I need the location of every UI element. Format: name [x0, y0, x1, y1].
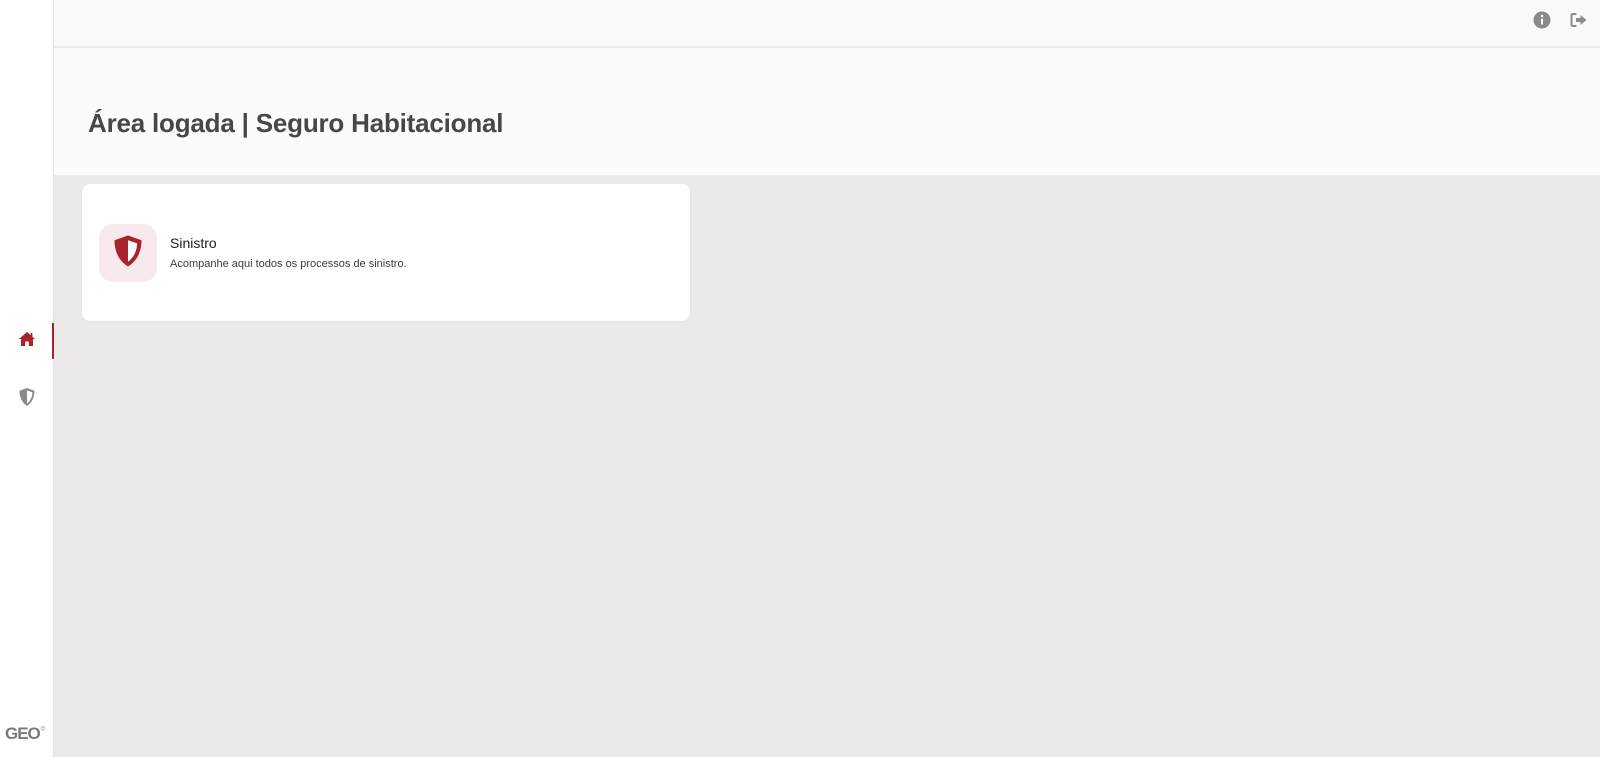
info-button[interactable]	[1532, 11, 1552, 34]
card-description: Acompanhe aqui todos os processos de sin…	[170, 258, 407, 270]
info-icon	[1533, 11, 1551, 34]
shield-icon	[18, 387, 36, 412]
sidebar-item-sinistro[interactable]	[0, 381, 54, 417]
logout-button[interactable]	[1569, 12, 1589, 32]
logo-text: GEO	[5, 724, 41, 743]
top-bar	[54, 0, 1600, 47]
home-icon	[18, 331, 36, 352]
logout-icon	[1570, 12, 1588, 33]
card-title: Sinistro	[170, 235, 217, 251]
app-root: GEO © Área logada | Seguro Habitacional …	[0, 0, 1600, 757]
page-header: Área logada | Seguro Habitacional	[54, 48, 1600, 175]
page-title: Área logada | Seguro Habitacional	[88, 108, 504, 138]
shield-icon	[112, 234, 144, 273]
sidebar: GEO ©	[0, 0, 54, 757]
sinistro-card[interactable]: Sinistro Acompanhe aqui todos os process…	[82, 184, 690, 321]
card-icon-container	[99, 224, 157, 282]
sidebar-item-home[interactable]	[0, 323, 54, 359]
logo-mark: ©	[40, 727, 46, 733]
geo-logo: GEO ©	[5, 723, 45, 745]
